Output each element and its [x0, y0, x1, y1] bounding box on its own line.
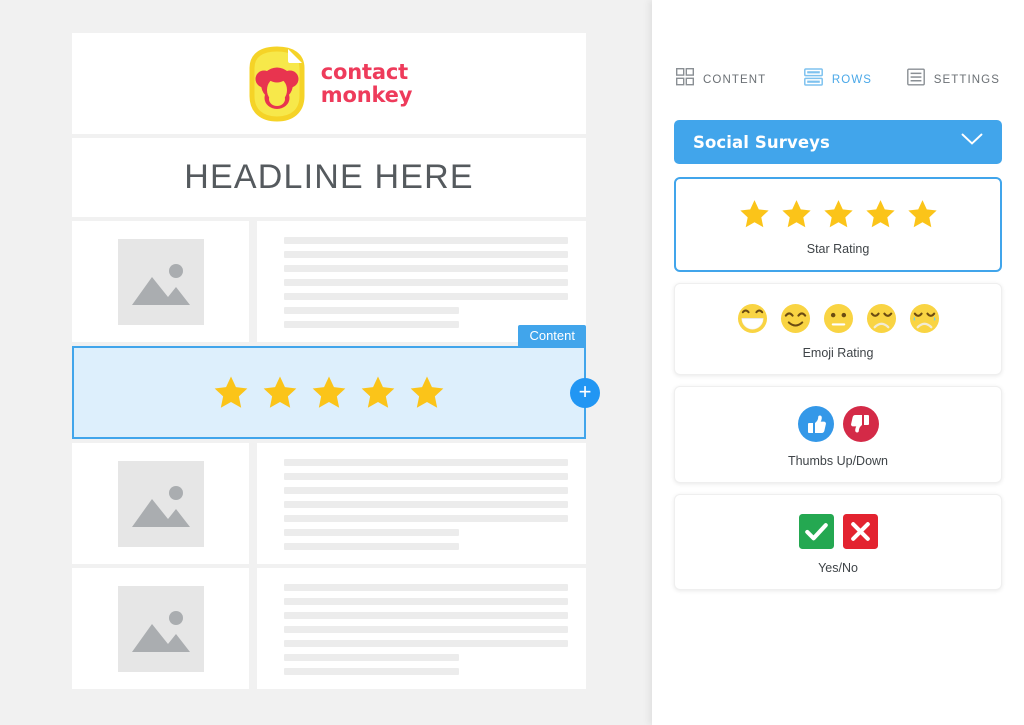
- email-content-row[interactable]: [72, 568, 586, 689]
- thumbs-down-icon: [842, 406, 879, 442]
- contactmonkey-logo-icon: [246, 45, 308, 122]
- emoji-grinning-icon: [737, 303, 767, 334]
- text-line: [284, 654, 459, 661]
- text-line-group: [284, 582, 568, 675]
- tab-settings[interactable]: SETTINGS: [892, 68, 1000, 91]
- text-line: [284, 584, 568, 591]
- star-icon: [823, 200, 853, 228]
- logo-line-2: monkey: [320, 82, 413, 107]
- selected-star-rating-block[interactable]: Content +: [72, 325, 600, 439]
- chevron-down-icon[interactable]: [961, 133, 983, 151]
- text-line: [284, 598, 568, 605]
- email-headline-block[interactable]: HEADLINE HERE: [72, 138, 586, 217]
- image-placeholder-icon: [117, 585, 204, 672]
- text-line: [284, 529, 459, 536]
- option-card-star-rating[interactable]: Star Rating: [674, 177, 1002, 272]
- logo-wordmark: contact monkey: [320, 60, 413, 107]
- text-line: [284, 501, 568, 508]
- text-line: [284, 321, 459, 328]
- logo-line-1: contact: [320, 60, 408, 85]
- yesno-icons: [798, 514, 878, 549]
- emoji-rating-icons: [737, 303, 940, 334]
- rows-icon: [803, 68, 823, 91]
- email-editor-canvas: contact monkey HEADLINE HERE Content +: [0, 0, 652, 725]
- emoji-frowning-icon: [866, 303, 896, 334]
- text-line: [284, 307, 459, 314]
- text-line: [284, 459, 568, 466]
- text-line: [284, 612, 568, 619]
- email-content-row[interactable]: [72, 221, 586, 342]
- option-card-thumbs[interactable]: Thumbs Up/Down: [674, 386, 1002, 483]
- status-badge: Content: [518, 325, 586, 347]
- app-root: contact monkey HEADLINE HERE Content + C…: [0, 0, 1024, 725]
- content-text-column[interactable]: [257, 568, 586, 689]
- tab-settings-label: SETTINGS: [933, 73, 1000, 86]
- star-icon: [907, 200, 937, 228]
- text-line: [284, 640, 568, 647]
- image-placeholder-icon: [117, 460, 204, 547]
- tab-content-label: CONTENT: [703, 73, 767, 86]
- text-line: [284, 473, 568, 480]
- star-icon: [865, 200, 895, 228]
- text-line: [284, 237, 568, 244]
- survey-options-list: Star Rating Emoji Rating Thumbs Up/Down …: [674, 177, 1002, 590]
- settings-list-icon: [906, 68, 925, 91]
- image-placeholder-icon: [117, 238, 204, 325]
- option-label-thumbs: Thumbs Up/Down: [787, 454, 889, 468]
- thumbs-icons: [797, 406, 879, 442]
- tab-rows-label: ROWS: [831, 73, 873, 86]
- text-line: [284, 668, 459, 675]
- star-rating-row: [212, 374, 446, 411]
- emoji-smiling-icon: [780, 303, 810, 334]
- text-line-group: [284, 457, 568, 550]
- option-label-emoji-rating: Emoji Rating: [802, 346, 874, 360]
- star-rating-icons: [738, 198, 939, 230]
- panel-title: Social Surveys: [693, 132, 830, 152]
- option-card-emoji-rating[interactable]: Emoji Rating: [674, 283, 1002, 375]
- content-image-column[interactable]: [72, 221, 249, 342]
- option-card-yes-no[interactable]: Yes/No: [674, 494, 1002, 590]
- email-content-row[interactable]: [72, 443, 586, 564]
- emoji-crying-icon: [909, 303, 939, 334]
- thumbs-up-icon: [797, 406, 834, 442]
- plus-icon: +: [578, 378, 592, 404]
- text-line-group: [284, 235, 568, 328]
- star-icon: [312, 376, 346, 408]
- text-line: [284, 515, 568, 522]
- content-text-column[interactable]: [257, 221, 586, 342]
- star-icon: [781, 200, 811, 228]
- text-line: [284, 293, 568, 300]
- text-line: [284, 626, 568, 633]
- star-icon: [214, 376, 248, 408]
- text-line: [284, 279, 568, 286]
- checkmark-icon: [798, 514, 834, 549]
- logo-wrap: contact monkey: [246, 45, 413, 122]
- option-label-star-rating: Star Rating: [806, 242, 870, 256]
- add-block-button[interactable]: +: [570, 377, 600, 408]
- star-icon: [739, 200, 769, 228]
- content-image-column[interactable]: [72, 443, 249, 564]
- star-icon: [263, 376, 297, 408]
- text-line: [284, 265, 568, 272]
- settings-sidebar: CONTENT ROWS SETTINGS Social Surveys Sta…: [652, 0, 1024, 725]
- emoji-neutral-icon: [823, 303, 853, 334]
- text-line: [284, 487, 568, 494]
- grid-icon: [675, 67, 695, 91]
- tab-rows[interactable]: ROWS: [784, 68, 892, 91]
- sidebar-tabs: CONTENT ROWS SETTINGS: [652, 0, 1024, 91]
- page-title: HEADLINE HERE: [184, 158, 474, 196]
- cross-icon: [842, 514, 878, 549]
- social-surveys-panel-header[interactable]: Social Surveys: [674, 120, 1002, 164]
- email-logo-block[interactable]: contact monkey: [72, 33, 586, 134]
- text-line: [284, 543, 459, 550]
- content-text-column[interactable]: [257, 443, 586, 564]
- tab-content[interactable]: CONTENT: [675, 67, 784, 91]
- content-image-column[interactable]: [72, 568, 249, 689]
- star-icon: [361, 376, 395, 408]
- text-line: [284, 251, 568, 258]
- star-icon: [410, 376, 444, 408]
- option-label-yes-no: Yes/No: [818, 561, 858, 575]
- email-template: contact monkey HEADLINE HERE Content +: [72, 33, 600, 693]
